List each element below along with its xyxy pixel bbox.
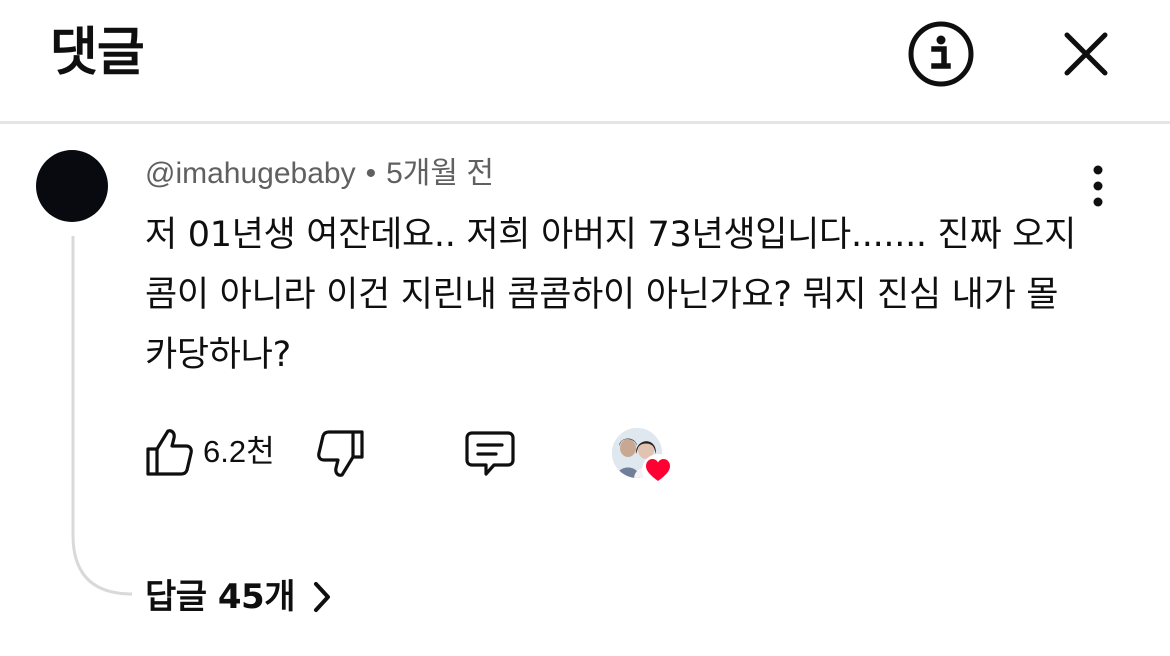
creator-heart [608, 428, 676, 488]
heart-icon [646, 459, 670, 481]
thumbs-up-icon [146, 429, 193, 476]
like-count: 6.2천 [203, 434, 275, 469]
replies-label: 답글 45개 [145, 577, 296, 617]
thumbs-down-icon [317, 430, 364, 477]
info-circle-icon [908, 21, 974, 87]
comment-time: 5개월 전 [386, 157, 494, 190]
reply-button[interactable] [462, 428, 518, 480]
meta-separator: • [365, 157, 377, 190]
comment-text: 저 01년생 여잔데요.. 저희 아버지 73년생입니다....... 진짜 오… [145, 215, 1076, 375]
comment-author[interactable]: @imahugebaby [145, 157, 356, 190]
header: 댓글 [0, 0, 1170, 122]
comment-meta: @imahugebaby • 5개월 전 [145, 155, 494, 193]
info-button[interactable] [904, 20, 978, 88]
more-vertical-icon [1093, 165, 1103, 207]
chevron-right-icon [313, 581, 331, 613]
view-replies-button[interactable]: 답글 45개 [145, 572, 331, 622]
heart-badge [642, 454, 674, 486]
dislike-button[interactable] [314, 426, 368, 482]
close-icon [1064, 32, 1108, 76]
like-button[interactable] [143, 424, 195, 480]
header-divider [0, 121, 1170, 124]
comment-icon [465, 431, 515, 476]
close-button[interactable] [1052, 20, 1120, 88]
thread-line [71, 236, 133, 596]
